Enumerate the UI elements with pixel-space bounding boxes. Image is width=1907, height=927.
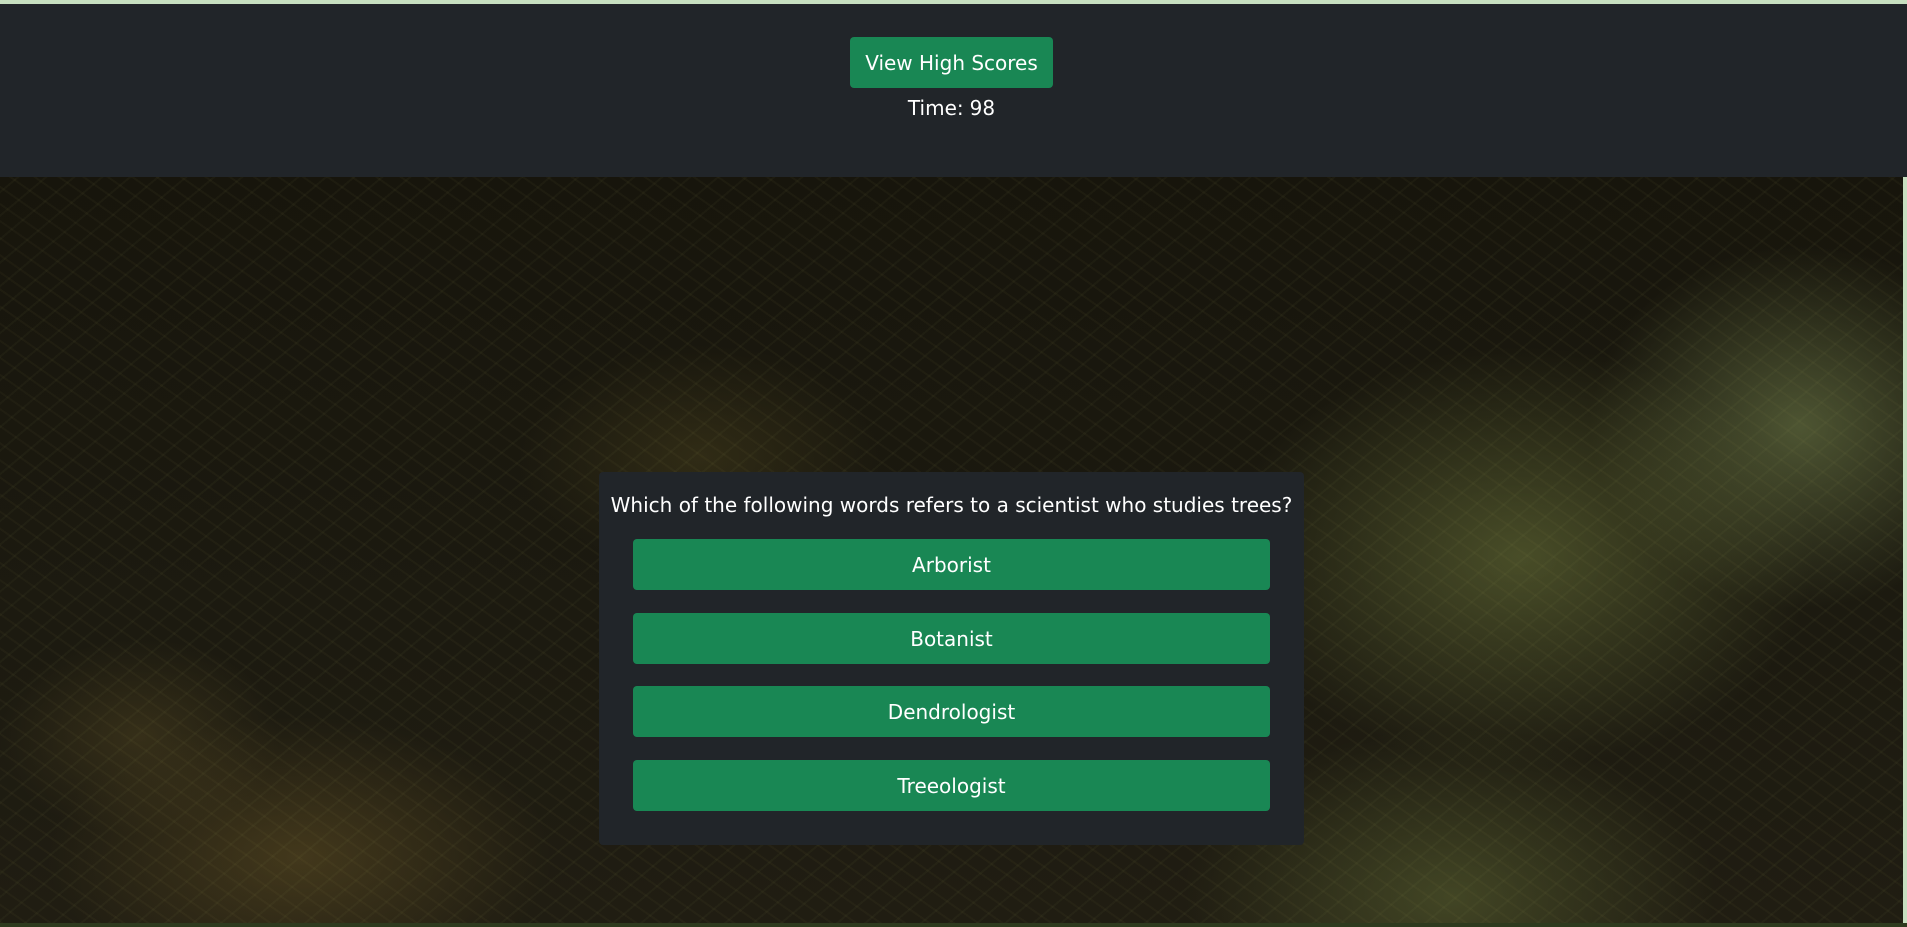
answer-button-botanist[interactable]: Botanist bbox=[633, 613, 1270, 664]
view-high-scores-button[interactable]: View High Scores bbox=[850, 37, 1053, 88]
question-text: Which of the following words refers to a… bbox=[610, 493, 1293, 517]
page: View High Scores Time: 98 Which of the f… bbox=[0, 0, 1907, 927]
answer-button-arborist[interactable]: Arborist bbox=[633, 539, 1270, 590]
right-border bbox=[1903, 177, 1907, 923]
timer-label: Time: bbox=[907, 96, 964, 120]
quiz-card: Which of the following words refers to a… bbox=[599, 472, 1304, 845]
navbar: View High Scores Time: 98 bbox=[0, 4, 1907, 177]
timer: Time: 98 bbox=[850, 94, 1053, 122]
bottom-border bbox=[0, 923, 1907, 927]
answer-button-treeologist[interactable]: Treeologist bbox=[633, 760, 1270, 811]
answer-button-dendrologist[interactable]: Dendrologist bbox=[633, 686, 1270, 737]
timer-value: 98 bbox=[969, 96, 996, 120]
